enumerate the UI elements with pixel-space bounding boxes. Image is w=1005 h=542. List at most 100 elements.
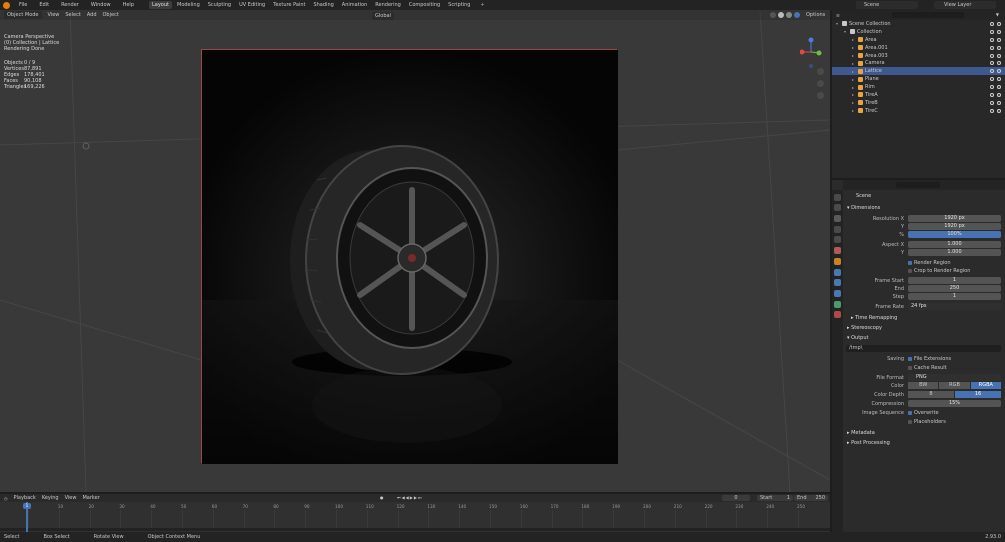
outliner-row[interactable]: ▸ Area.003 [832, 52, 1005, 60]
constraints-tab-icon[interactable] [834, 300, 841, 308]
color-bw-option[interactable]: BW [908, 382, 939, 389]
render-tab-icon[interactable] [834, 204, 841, 212]
frame-rate-dropdown[interactable]: 24 fps [908, 303, 1001, 310]
editor-type-icon[interactable]: ◷ [4, 496, 8, 501]
placeholders-checkbox[interactable]: Placeholders [908, 419, 946, 425]
eye-icon[interactable] [990, 108, 994, 113]
material-tab-icon[interactable] [834, 311, 841, 319]
outliner-row[interactable]: ▸ TireB [832, 99, 1005, 107]
eye-icon[interactable] [990, 69, 994, 74]
output-tab-icon[interactable] [834, 215, 841, 223]
view-layer-tab-icon[interactable] [834, 225, 841, 233]
render-camera-icon[interactable] [997, 53, 1001, 58]
expand-toggle-icon[interactable]: ▸ [852, 69, 856, 74]
render-camera-icon[interactable] [997, 45, 1001, 50]
solid-shading-icon[interactable] [778, 12, 784, 18]
current-frame-field[interactable]: 0 [722, 495, 750, 501]
post-processing-panel-header[interactable]: ▸ Post Processing [847, 440, 890, 446]
time-remapping-panel-header[interactable]: ▸ Time Remapping [851, 315, 897, 321]
output-panel-header[interactable]: ▾ Output [847, 335, 868, 341]
aspect-x-field[interactable]: 1.000 [908, 241, 1001, 248]
marker-menu[interactable]: Marker [82, 495, 99, 501]
metadata-panel-header[interactable]: ▸ Metadata [847, 430, 875, 436]
outliner-row[interactable]: ▸ Plane [832, 75, 1005, 83]
expand-toggle-icon[interactable]: ▸ [852, 37, 856, 42]
stereoscopy-panel-header[interactable]: ▸ Stereoscopy [847, 325, 882, 331]
wireframe-shading-icon[interactable] [770, 12, 776, 18]
camera-view-icon[interactable] [817, 92, 824, 99]
timeline-scrollbar[interactable] [0, 528, 830, 531]
material-shading-icon[interactable] [786, 12, 792, 18]
render-camera-icon[interactable] [997, 100, 1001, 105]
view-layer-selector[interactable]: View Layer [934, 1, 996, 9]
eye-icon[interactable] [990, 61, 994, 66]
output-path-input[interactable]: /tmp\ [846, 345, 1001, 352]
record-icon[interactable]: ● [380, 495, 384, 500]
timeline-area[interactable]: 0102030405060708090100110120130140150160… [0, 502, 830, 532]
render-region-checkbox[interactable]: Render Region [908, 260, 951, 266]
frame-start-field[interactable]: 1 [908, 277, 1001, 284]
modifier-tab-icon[interactable] [834, 268, 841, 276]
tool-tab-icon[interactable] [834, 193, 841, 201]
add-workspace-button[interactable]: + [477, 1, 487, 9]
render-camera-icon[interactable] [997, 69, 1001, 74]
rendered-shading-icon[interactable] [794, 12, 800, 18]
file-format-dropdown[interactable]: PNG [908, 374, 1001, 381]
start-frame-field[interactable]: Start 1 [757, 495, 793, 501]
mode-dropdown[interactable]: Object Mode [4, 11, 42, 19]
keying-menu[interactable]: Keying [42, 495, 59, 501]
tab-scripting[interactable]: Scripting [445, 1, 473, 9]
pan-hand-icon[interactable] [817, 80, 824, 87]
expand-toggle-icon[interactable]: ▸ [852, 108, 856, 113]
outliner-row[interactable]: ▸ Area [832, 36, 1005, 44]
resolution-x-field[interactable]: 1920 px [908, 215, 1001, 222]
expand-toggle-icon[interactable]: ▸ [852, 85, 856, 90]
physics-tab-icon[interactable] [834, 289, 841, 297]
color-rgba-option[interactable]: RGBA [970, 382, 1001, 389]
display-mode-icon[interactable]: ☰ [836, 13, 840, 18]
tab-animation[interactable]: Animation [339, 1, 371, 9]
filter-icon[interactable]: ▼ [996, 12, 999, 17]
render-camera-icon[interactable] [997, 21, 1001, 26]
resolution-percent-slider[interactable]: 100% [908, 231, 1001, 238]
outliner-row[interactable]: ▸ Rim [832, 83, 1005, 91]
blender-logo-icon[interactable] [3, 1, 10, 9]
menu-render[interactable]: Render [59, 2, 81, 8]
expand-toggle-icon[interactable]: ▸ [852, 45, 856, 50]
expand-toggle-icon[interactable]: ▸ [852, 77, 856, 82]
tab-shading[interactable]: Shading [310, 1, 336, 9]
frame-step-field[interactable]: 1 [908, 293, 1001, 300]
object-tab-icon[interactable] [834, 257, 841, 265]
world-tab-icon[interactable] [834, 247, 841, 255]
eye-icon[interactable] [990, 92, 994, 97]
menu-edit[interactable]: Edit [37, 2, 51, 8]
eye-icon[interactable] [990, 100, 994, 105]
end-frame-field[interactable]: End 250 [794, 495, 828, 501]
viewport-menu-add[interactable]: Add [87, 12, 97, 18]
depth-8-option[interactable]: 8 [908, 391, 954, 398]
tab-rendering[interactable]: Rendering [372, 1, 404, 9]
outliner-row[interactable]: ▾ Scene Collection [832, 20, 1005, 28]
depth-16-option[interactable]: 16 [955, 391, 1001, 398]
file-extensions-checkbox[interactable]: File Extensions [908, 356, 951, 362]
expand-toggle-icon[interactable]: ▸ [852, 100, 856, 105]
compression-slider[interactable]: 15% [908, 400, 1001, 407]
eye-icon[interactable] [990, 29, 994, 34]
expand-toggle-icon[interactable]: ▾ [844, 29, 848, 34]
render-camera-icon[interactable] [997, 29, 1001, 34]
tab-sculpting[interactable]: Sculpting [205, 1, 234, 9]
zoom-icon[interactable] [817, 68, 824, 75]
playback-menu[interactable]: Playback [14, 495, 36, 501]
expand-toggle-icon[interactable]: ▸ [852, 53, 856, 58]
tab-uv-editing[interactable]: UV Editing [236, 1, 268, 9]
eye-icon[interactable] [990, 77, 994, 82]
dimensions-panel-header[interactable]: ▾ Dimensions [847, 205, 880, 211]
render-camera-icon[interactable] [997, 77, 1001, 82]
outliner-search-input[interactable] [892, 12, 964, 18]
eye-icon[interactable] [990, 21, 994, 26]
outliner-row[interactable]: ▸ Area.001 [832, 44, 1005, 52]
timeline-view-menu[interactable]: View [65, 495, 77, 501]
tab-compositing[interactable]: Compositing [406, 1, 443, 9]
eye-icon[interactable] [990, 85, 994, 90]
properties-search-input[interactable] [896, 182, 940, 188]
